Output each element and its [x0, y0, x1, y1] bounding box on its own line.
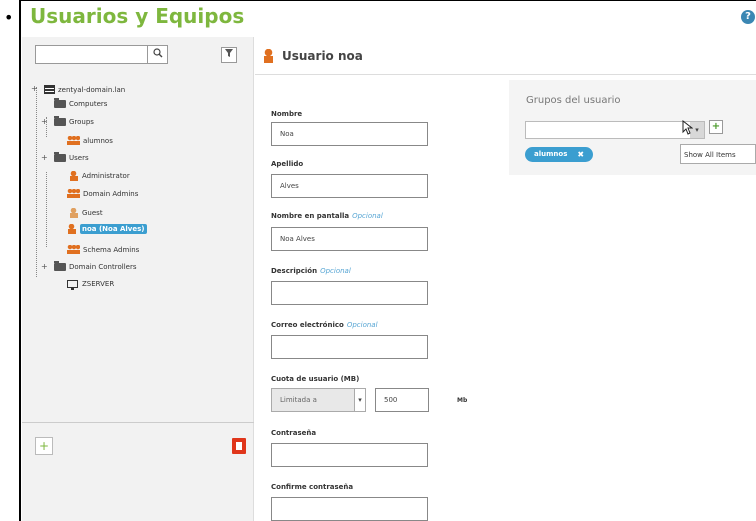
- chevron-down-icon[interactable]: ▾: [354, 389, 365, 411]
- folder-icon: [54, 116, 66, 126]
- tree-item-label: Domain Admins: [83, 189, 139, 198]
- group-icon: [67, 245, 80, 254]
- tree-item-label: ZSERVER: [82, 280, 115, 288]
- tree-item-label: Groups: [69, 118, 94, 126]
- user-icon: [67, 224, 76, 234]
- user-icon: [69, 208, 78, 218]
- detail-title: Usuario noa: [282, 48, 363, 63]
- tree-item-noa[interactable]: noa (Noa Alves): [67, 224, 148, 234]
- tree-item-label: Guest: [82, 209, 103, 217]
- tree-item-administrator[interactable]: Administrator: [69, 171, 130, 181]
- add-button[interactable]: +: [35, 437, 53, 455]
- tooltip: Show All Items: [680, 144, 756, 164]
- tree-item-computers[interactable]: Computers: [54, 98, 108, 108]
- cuota-select[interactable]: Limitada a ▾: [271, 388, 366, 412]
- tree-item-label: Users: [69, 154, 89, 162]
- domain-tree: + zentyal-domain.lan Computers + Groups …: [22, 37, 254, 337]
- folder-icon: [54, 98, 66, 108]
- expand-toggle-groups[interactable]: +: [41, 117, 48, 126]
- group-combo-input[interactable]: ▾: [525, 121, 705, 139]
- contrasena-label: Contraseña: [271, 429, 317, 437]
- folder-icon: [54, 152, 66, 162]
- folder-icon: [54, 261, 66, 271]
- tree-item-label: Domain Controllers: [69, 263, 137, 271]
- confirme-label: Confirme contraseña: [271, 483, 354, 491]
- page-title: Usuarios y Equipos: [30, 4, 245, 28]
- expand-toggle-domain-controllers[interactable]: +: [41, 262, 48, 271]
- tree-item-alumnos[interactable]: alumnos: [67, 136, 113, 145]
- expand-toggle-domain[interactable]: +: [31, 84, 38, 93]
- apellido-field[interactable]: Alves: [271, 174, 428, 198]
- user-icon: [263, 48, 274, 63]
- tree-panel: + zentyal-domain.lan Computers + Groups …: [22, 37, 254, 521]
- tree-item-label: Schema Admins: [83, 245, 140, 254]
- optional-hint: Opcional: [320, 267, 351, 275]
- groups-title: Grupos del usuario: [526, 95, 621, 106]
- descripcion-field[interactable]: [271, 281, 428, 305]
- correo-label: Correo electrónico Opcional: [271, 321, 378, 329]
- tree-item-schema-admins[interactable]: Schema Admins: [67, 245, 139, 254]
- tree-item-users[interactable]: Users: [54, 152, 89, 162]
- nombre-label: Nombre: [271, 110, 303, 118]
- group-tag: alumnos ✖: [525, 147, 594, 162]
- close-icon[interactable]: ✖: [577, 147, 584, 162]
- cuota-value-field[interactable]: 500: [375, 388, 429, 412]
- tree-item-guest[interactable]: Guest: [69, 208, 103, 218]
- cuota-select-value: Limitada a: [280, 396, 317, 404]
- tree-connector: [36, 87, 37, 277]
- contrasena-field[interactable]: [271, 443, 428, 467]
- expand-toggle-users[interactable]: +: [41, 153, 48, 162]
- tree-item-label: noa (Noa Alves): [80, 224, 148, 234]
- confirme-field[interactable]: [271, 497, 428, 521]
- computer-icon: [67, 280, 78, 290]
- group-tag-label: alumnos: [534, 150, 568, 158]
- tree-item-label: Administrator: [82, 172, 130, 180]
- group-icon: [67, 136, 80, 145]
- nombre-field[interactable]: Noa: [271, 122, 428, 146]
- domain-icon: [44, 85, 55, 94]
- tree-item-groups[interactable]: Groups: [54, 116, 94, 126]
- tree-item-domain-controllers[interactable]: Domain Controllers: [54, 261, 137, 271]
- group-icon: [67, 189, 80, 198]
- nombre-pantalla-field[interactable]: Noa Alves: [271, 227, 428, 251]
- tree-item-domain[interactable]: zentyal-domain.lan: [44, 85, 125, 94]
- cursor-icon: [682, 119, 694, 139]
- optional-hint: Opcional: [346, 321, 378, 329]
- tree-item-domain-admins[interactable]: Domain Admins: [67, 189, 138, 198]
- help-icon[interactable]: ?: [741, 10, 755, 24]
- apellido-label: Apellido: [271, 160, 304, 168]
- cuota-label: Cuota de usuario (MB): [271, 375, 360, 383]
- list-bullet: •: [4, 8, 14, 27]
- tree-item-zserver[interactable]: ZSERVER: [67, 280, 115, 290]
- user-icon: [69, 171, 78, 181]
- tree-footer-divider: [22, 422, 254, 423]
- correo-field[interactable]: [271, 335, 428, 359]
- cuota-unit: Mb: [457, 397, 468, 404]
- tree-item-label: Computers: [69, 100, 108, 108]
- optional-hint: Opcional: [352, 212, 383, 220]
- tree-item-label: zentyal-domain.lan: [58, 85, 126, 94]
- delete-icon[interactable]: [232, 438, 246, 454]
- nombre-pantalla-label: Nombre en pantalla Opcional: [271, 212, 383, 220]
- detail-header: Usuario noa: [255, 37, 756, 75]
- tree-item-label: alumnos: [83, 136, 113, 145]
- tree-connector: [46, 172, 47, 247]
- add-group-button[interactable]: +: [709, 120, 723, 134]
- descripcion-label: Descripción Opcional: [271, 267, 351, 275]
- user-groups-panel: Grupos del usuario ▾ + Show All Items al…: [509, 80, 756, 175]
